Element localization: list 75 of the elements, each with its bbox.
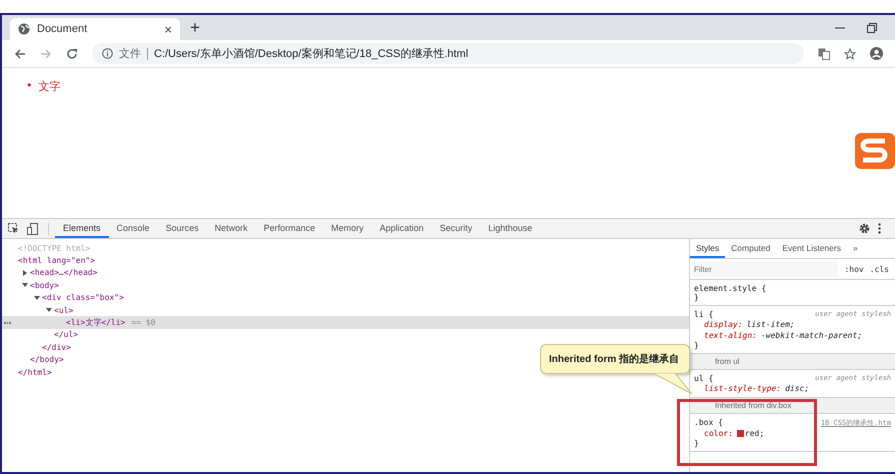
- css-selector: li {: [694, 310, 714, 319]
- css-property: color:: [704, 429, 733, 438]
- css-value: disc;: [785, 384, 810, 393]
- back-icon[interactable]: [14, 48, 26, 60]
- doctype-declaration: <!DOCTYPE html>: [18, 244, 90, 253]
- more-tabs-button[interactable]: »: [846, 239, 864, 258]
- closing-tag: </ul>: [54, 330, 78, 340]
- reload-icon[interactable]: [66, 48, 78, 60]
- devtools-tab[interactable]: Sources: [158, 219, 207, 238]
- closing-brace: }: [694, 293, 700, 302]
- dom-row[interactable]: <ul>: [2, 304, 689, 316]
- dom-node[interactable]: <html lang="en">: [18, 256, 96, 266]
- devtools-tab[interactable]: Console: [108, 219, 158, 238]
- settings-icon[interactable]: [859, 223, 870, 234]
- css-selector: .box {: [694, 418, 723, 428]
- close-tab-button[interactable]: ×: [164, 22, 172, 36]
- new-tab-button[interactable]: +: [190, 18, 200, 38]
- logo-icon: [853, 131, 895, 171]
- filter-field[interactable]: Filter: [692, 261, 838, 277]
- css-property: display:: [704, 320, 743, 329]
- devtools-tab[interactable]: Memory: [323, 219, 372, 238]
- devtools-tab[interactable]: Elements: [55, 219, 109, 238]
- callout-text: Inherited form 指的是继承自: [549, 352, 680, 366]
- devtools-tab[interactable]: Lighthouse: [480, 219, 540, 238]
- dom-row[interactable]: <div class="box">: [2, 292, 689, 304]
- closing-brace: }: [694, 439, 700, 448]
- closing-tag: </div>: [42, 342, 71, 352]
- dom-node[interactable]: <li>文字</li>: [66, 317, 126, 328]
- list-item: 文字: [38, 79, 60, 94]
- devtools-tab[interactable]: Performance: [256, 219, 324, 238]
- color-swatch[interactable]: [736, 430, 744, 437]
- dom-node[interactable]: <body>: [30, 280, 59, 290]
- translate-icon[interactable]: [818, 48, 830, 60]
- dom-row[interactable]: <html lang="en">: [2, 254, 689, 267]
- closing-tag: </html>: [18, 368, 52, 377]
- closing-tag: </body>: [30, 355, 64, 364]
- styles-tab[interactable]: Computed: [725, 239, 776, 258]
- css-value: red;: [744, 429, 764, 438]
- dom-node[interactable]: <head>…</head>: [30, 268, 98, 278]
- css-value: -webkit-match-parent;: [760, 331, 862, 340]
- tab-title: Document: [37, 23, 88, 35]
- css-property: list-style-type:: [704, 384, 782, 393]
- css-selector: element.style {: [694, 284, 766, 293]
- dom-row[interactable]: <li>文字</li> == $0: [2, 316, 689, 329]
- filter-toggle[interactable]: .cls: [870, 264, 889, 274]
- info-icon[interactable]: [102, 48, 113, 59]
- expanded-triangle-icon[interactable]: [46, 307, 54, 314]
- more-options-icon[interactable]: [878, 223, 881, 234]
- styles-tab[interactable]: Event Listeners: [776, 239, 847, 258]
- dom-row[interactable]: <body>: [2, 279, 689, 292]
- closing-brace: }: [694, 341, 700, 350]
- inspect-icon[interactable]: [8, 223, 19, 234]
- css-selector: ul {: [694, 374, 714, 383]
- node-reference: == $0: [131, 318, 156, 328]
- url-field[interactable]: C:/Users/东单小酒馆/Desktop/案例和笔记/18_CSS的继承性.html: [154, 46, 468, 61]
- devtools-tab[interactable]: Network: [206, 219, 256, 238]
- css-value: list-item;: [746, 320, 795, 329]
- expanded-triangle-icon[interactable]: [22, 282, 30, 288]
- css-property: text-align:: [704, 331, 757, 340]
- inherited-header: from ul: [690, 354, 895, 370]
- star-icon[interactable]: [844, 48, 856, 60]
- device-icon[interactable]: [27, 222, 38, 234]
- devtools-tab[interactable]: Application: [372, 219, 432, 238]
- security-label: 文件: [119, 46, 141, 61]
- bullet: •: [26, 79, 32, 94]
- styles-tab[interactable]: Styles: [690, 239, 726, 258]
- filter-toggle[interactable]: :hov: [844, 264, 864, 274]
- dom-row[interactable]: <head>…</head>: [2, 266, 689, 280]
- browser-tab[interactable]: Document ×: [10, 18, 180, 40]
- restore-icon[interactable]: [867, 22, 877, 32]
- dom-node[interactable]: <ul>: [54, 306, 74, 315]
- dom-node[interactable]: <div class="box">: [42, 293, 124, 302]
- devtools-tab[interactable]: Security: [432, 219, 480, 238]
- expanded-triangle-icon[interactable]: [34, 294, 42, 301]
- account-icon[interactable]: [870, 47, 883, 60]
